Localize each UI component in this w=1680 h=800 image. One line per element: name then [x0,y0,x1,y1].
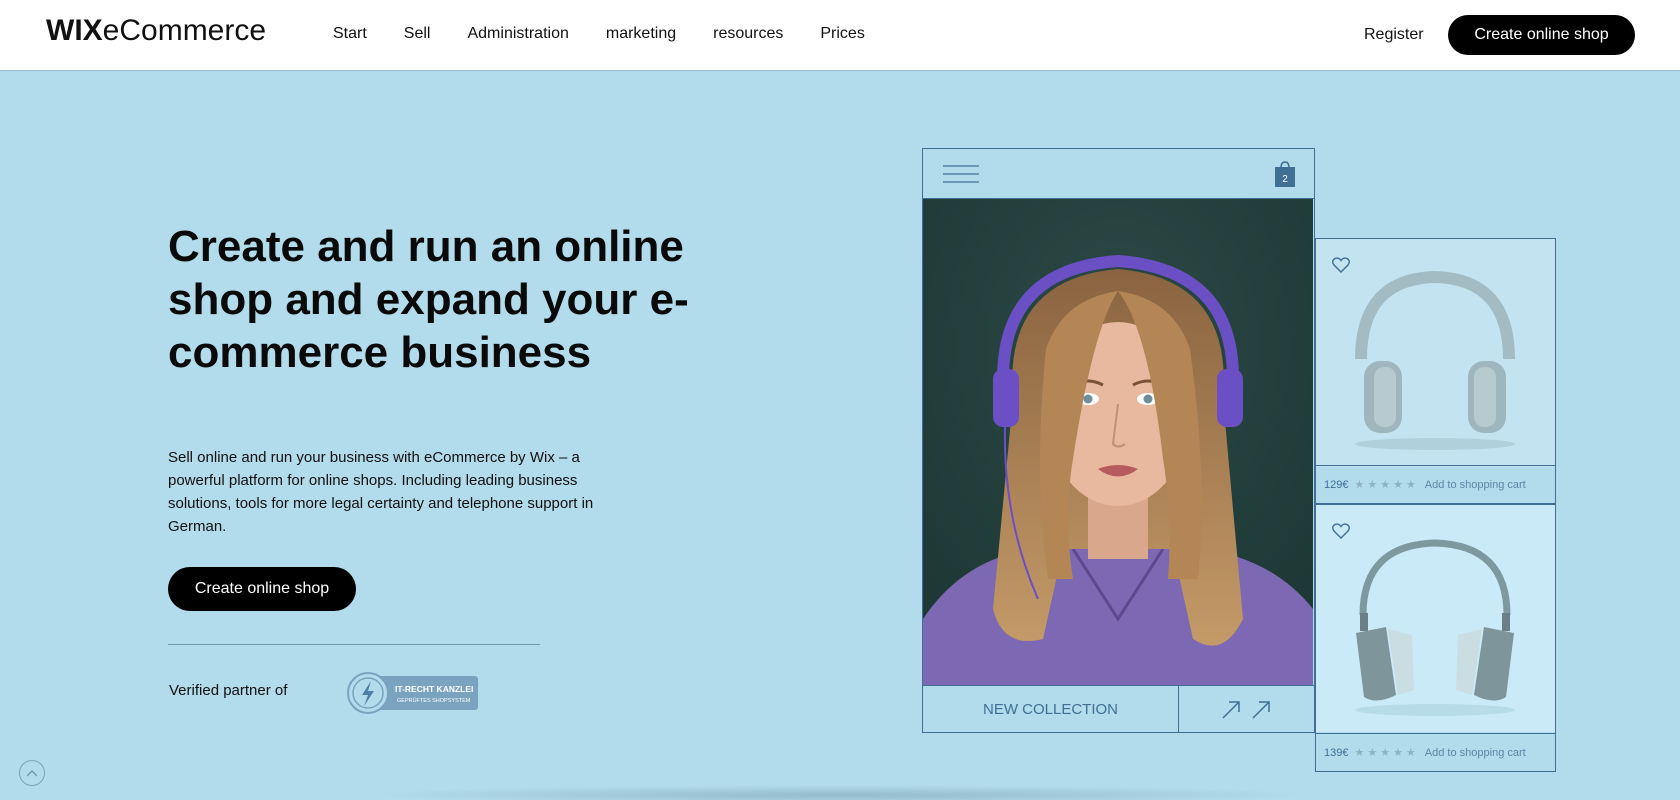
wix-ecommerce-logo[interactable]: WIXeCommerce [46,14,266,48]
arrow-up-right-icon [1221,700,1270,719]
header-create-shop-button[interactable]: Create online shop [1448,15,1635,55]
hero-title: Create and run an online shop and expand… [168,222,689,377]
section-shadow [360,785,1320,800]
logo-ecommerce-text: eCommerce [102,14,267,47]
rating-stars: ★★★★★ [1354,747,1419,759]
product-price: 139€ [1324,746,1349,759]
hero-description: Sell online and run your business with e… [168,449,594,535]
rating-stars: ★★★★★ [1354,479,1419,491]
nav-prices[interactable]: Prices [820,25,864,43]
product-price: 129€ [1324,478,1349,491]
hamburger-menu-icon[interactable] [943,165,979,183]
nav-sell[interactable]: Sell [404,25,431,43]
add-to-cart-link[interactable]: Add to shopping cart [1425,747,1526,759]
nav-administration[interactable]: Administration [467,25,568,43]
mockup-top-bar: 2 [923,149,1314,199]
top-header: WIXeCommerce Start Sell Administration m… [0,0,1680,71]
badge-line1: IT-RECHT KANZLEI [395,684,473,694]
shop-mockup-phone: 2 NEW COLLECTION [922,148,1315,733]
add-to-cart-link[interactable]: Add to shopping cart [1425,479,1526,491]
scroll-up-button[interactable] [19,760,45,786]
logo-wix-text: WIX [46,14,103,47]
main-nav: Start Sell Administration marketing reso… [333,25,902,43]
product-card-footer: 129€ ★★★★★ Add to shopping cart [1316,465,1555,503]
nav-resources[interactable]: resources [713,25,783,43]
register-link[interactable]: Register [1364,26,1424,44]
model-with-headphones-photo [923,199,1313,685]
hero-create-shop-button[interactable]: Create online shop [168,567,356,611]
product-card[interactable]: 129€ ★★★★★ Add to shopping cart [1315,238,1556,504]
divider [168,644,540,645]
nav-start[interactable]: Start [333,25,367,43]
shopping-bag-icon[interactable]: 2 [1275,161,1295,187]
cart-count: 2 [1282,174,1288,185]
chevron-up-icon [26,770,38,777]
it-recht-kanzlei-badge[interactable]: IT-RECHT KANZLEI GEPRÜFTES SHOPSYSTEM [347,672,479,714]
new-collection-link[interactable]: NEW COLLECTION [923,686,1179,733]
heart-icon[interactable] [1332,523,1350,539]
badge-line2: GEPRÜFTES SHOPSYSTEM [397,697,471,704]
nav-marketing[interactable]: marketing [606,25,676,43]
verified-partner-label: Verified partner of [169,682,288,699]
heart-icon[interactable] [1332,257,1350,273]
product-card[interactable]: 139€ ★★★★★ Add to shopping cart [1315,504,1556,772]
headphones-product-image [1316,239,1555,467]
product-card-footer: 139€ ★★★★★ Add to shopping cart [1316,733,1555,771]
collection-arrows[interactable] [1179,686,1314,733]
headphones-product-image [1316,505,1555,732]
mockup-footer: NEW COLLECTION [923,685,1314,733]
